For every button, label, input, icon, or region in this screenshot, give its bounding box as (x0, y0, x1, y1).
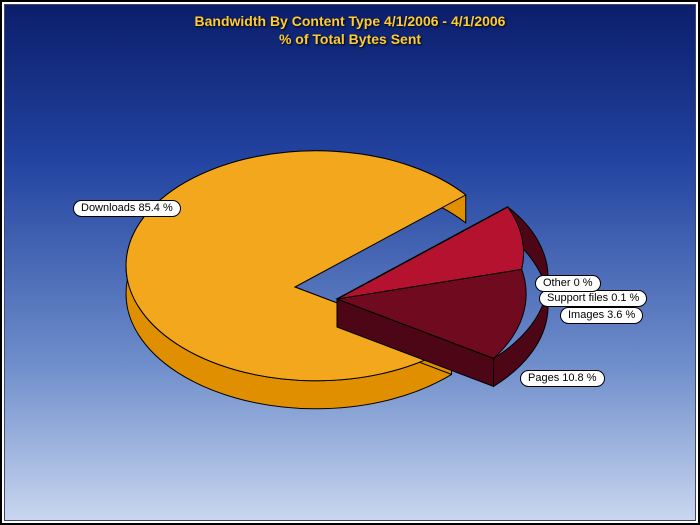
label-other: Other 0 % (535, 275, 601, 292)
label-downloads: Downloads 85.4 % (73, 200, 181, 217)
label-images: Images 3.6 % (560, 307, 643, 324)
label-pages: Pages 10.8 % (520, 370, 605, 387)
chart-frame: Bandwidth By Content Type 4/1/2006 - 4/1… (0, 0, 700, 525)
chart-area: Bandwidth By Content Type 4/1/2006 - 4/1… (4, 4, 696, 521)
pie-chart (5, 5, 696, 521)
label-support: Support files 0.1 % (539, 290, 647, 307)
